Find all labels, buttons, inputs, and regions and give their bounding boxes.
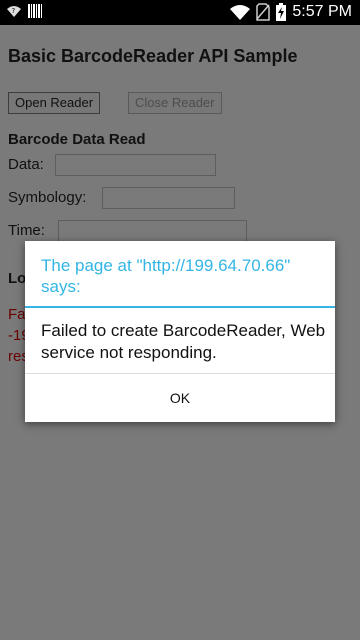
svg-text:?: ?: [12, 7, 16, 15]
barcode-icon: [28, 3, 42, 19]
wifi-icon: [230, 4, 251, 20]
barcode-section-heading: Barcode Data Read: [8, 131, 146, 148]
alert-dialog: The page at "http://199.64.70.66" says: …: [25, 241, 335, 422]
symbology-field[interactable]: [102, 187, 235, 209]
data-field[interactable]: [55, 154, 216, 176]
status-bar: ? 5:57 PM: [0, 0, 360, 25]
data-label: Data:: [8, 156, 44, 173]
dialog-message: Failed to create BarcodeReader, Web serv…: [41, 321, 326, 362]
status-time: 5:57 PM: [292, 3, 352, 20]
no-sim-icon: [256, 3, 271, 21]
dialog-title: The page at "http://199.64.70.66" says:: [41, 256, 291, 296]
time-label: Time:: [8, 222, 45, 239]
ok-button[interactable]: OK: [25, 374, 335, 422]
close-reader-button[interactable]: Close Reader: [128, 92, 222, 114]
symbology-label: Symbology:: [8, 189, 87, 206]
page-title: Basic BarcodeReader API Sample: [8, 46, 298, 66]
time-field[interactable]: [58, 220, 247, 242]
log-line: Fa: [8, 306, 26, 323]
log-section-heading: Lo: [8, 270, 27, 287]
battery-charging-icon: [276, 3, 287, 21]
dialog-title-divider: [25, 306, 335, 308]
open-reader-button[interactable]: Open Reader: [8, 92, 101, 114]
wifi-question-icon: ?: [6, 3, 22, 19]
